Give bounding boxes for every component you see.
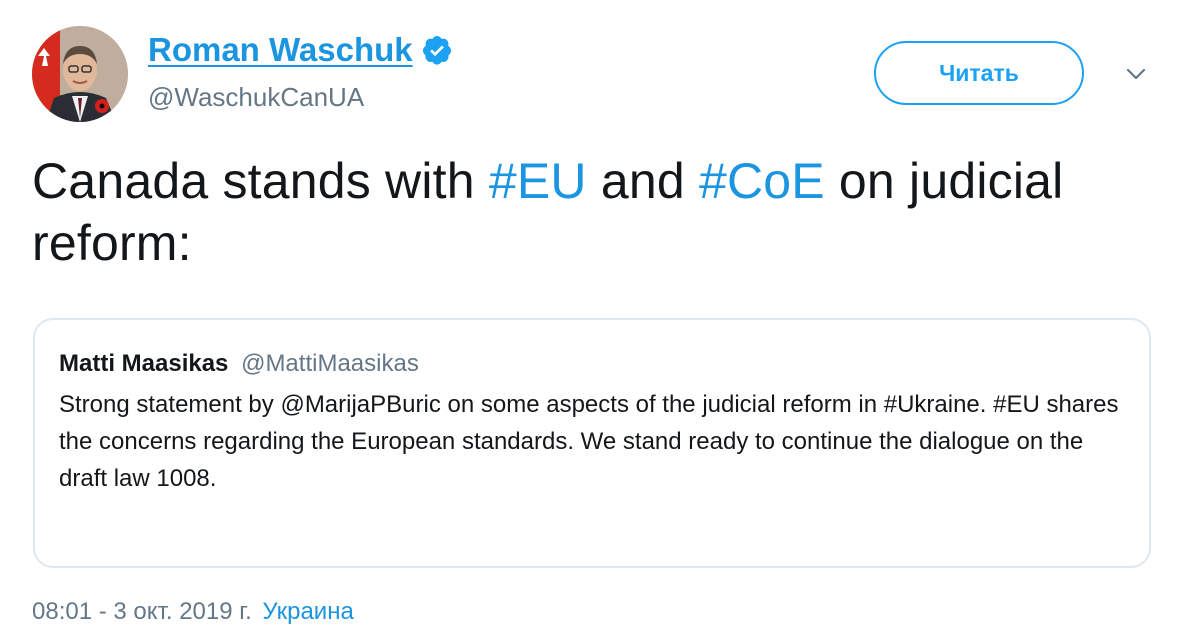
verified-badge-icon: [421, 34, 453, 66]
author-name-row: Roman Waschuk: [148, 30, 453, 70]
follow-button[interactable]: Читать: [874, 41, 1084, 105]
author-display-name[interactable]: Roman Waschuk: [148, 30, 413, 70]
quoted-tweet[interactable]: Matti Maasikas @MattiMaasikas Strong sta…: [33, 318, 1151, 568]
quoted-author-handle: @MattiMaasikas: [241, 350, 419, 377]
avatar[interactable]: [32, 26, 128, 122]
chevron-down-icon[interactable]: [1124, 62, 1148, 86]
location-link[interactable]: Украина: [262, 598, 353, 625]
tweet-card: Roman Waschuk @WaschukCanUA Читать Canad…: [0, 0, 1191, 633]
hashtag-link[interactable]: #EU: [489, 153, 587, 209]
hashtag-link[interactable]: #CoE: [699, 153, 825, 209]
timestamp[interactable]: 08:01 - 3 окт. 2019 г.: [32, 598, 252, 625]
tweet-text-part: Canada stands with: [32, 153, 489, 209]
quoted-author-name: Matti Maasikas: [59, 350, 229, 377]
tweet-meta: 08:01 - 3 окт. 2019 г. Украина: [32, 596, 354, 628]
tweet-text: Canada stands with #EU and #CoE on judic…: [32, 150, 1152, 274]
quoted-tweet-text: Strong statement by @MarijaPBuric on som…: [59, 391, 1119, 492]
author-handle[interactable]: @WaschukCanUA: [148, 80, 364, 114]
tweet-text-part: and: [586, 153, 699, 209]
quoted-tweet-header: Matti Maasikas @MattiMaasikas: [59, 348, 419, 380]
avatar-image: [32, 26, 128, 122]
